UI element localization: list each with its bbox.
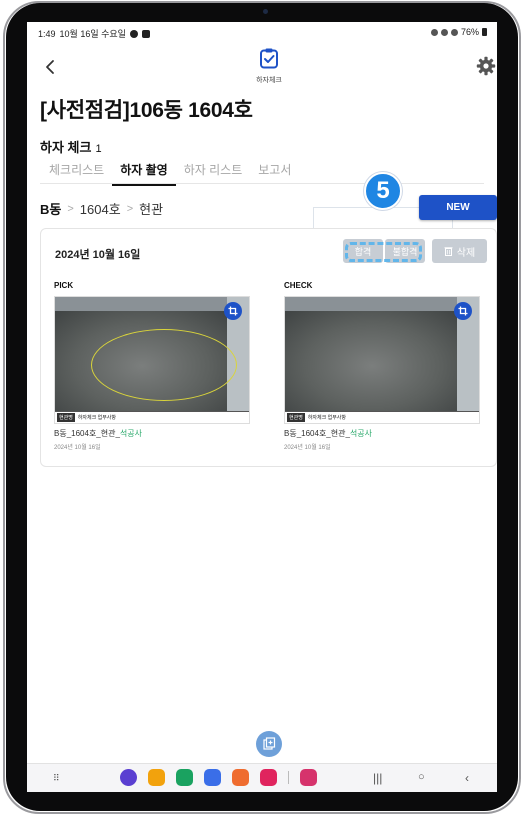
add-photo-button[interactable]: [256, 731, 282, 757]
notification-icon: [141, 29, 150, 38]
home-icon[interactable]: ○: [418, 771, 425, 783]
photo-tag: 현관명: [57, 413, 75, 422]
breadcrumb: B동 > 1604호 > 현관: [40, 199, 163, 218]
status-date: 10월 16일 수요일: [59, 29, 126, 39]
trash-icon: [444, 247, 453, 256]
delete-label: 삭제: [456, 247, 476, 259]
page-title: [사전점검]106동 1604호: [40, 99, 253, 122]
photo-date: 2024년 10월 16일: [284, 445, 331, 451]
tablet-frame: 1:49 10월 16일 수요일 76% 하자체크 [사전점검]106동 160…: [0, 0, 524, 817]
back-arrow-icon[interactable]: [41, 57, 61, 77]
messages-app-icon[interactable]: [204, 769, 221, 786]
nav-back-icon[interactable]: ‹: [465, 771, 469, 785]
section-title: 하자 체크 1: [40, 137, 102, 156]
photo-text: 하자체크 업무사항: [307, 415, 347, 421]
check-header: CHECK: [284, 281, 313, 290]
status-left: 1:49 10월 16일 수요일: [38, 27, 150, 40]
section-count: 1: [95, 143, 102, 155]
status-time: 1:49: [38, 28, 56, 39]
defect-card: 2024년 10월 16일 합격 불합격 삭제 PICK 현관명 하자체크 업무…: [40, 228, 497, 467]
new-button[interactable]: NEW: [419, 195, 497, 220]
photo-floor: [285, 311, 459, 411]
card-date: 2024년 10월 16일: [55, 249, 141, 261]
caption-accent: 석공사: [349, 429, 373, 438]
photo-tag: 현관명: [287, 413, 305, 422]
pick-photo[interactable]: 현관명 하자체크 업무사항: [54, 296, 250, 424]
defect-mark-ellipse: [91, 329, 237, 401]
pick-header: PICK: [54, 281, 74, 290]
photo-wall: [55, 297, 249, 311]
breadcrumb-building[interactable]: B동: [40, 199, 61, 218]
caption-main: B동_1604호_현관_: [284, 429, 350, 438]
mute-icon: [430, 28, 438, 36]
breadcrumb-separator: >: [67, 202, 74, 215]
internet-app-icon[interactable]: [120, 769, 137, 786]
wifi-icon: [440, 28, 448, 36]
status-right: 76%: [430, 27, 487, 37]
gear-icon[interactable]: [476, 56, 496, 76]
clipboard-check-icon: [258, 47, 280, 69]
crop-icon[interactable]: [224, 302, 242, 320]
phone-app-icon[interactable]: [176, 769, 193, 786]
app-dock: [120, 769, 317, 786]
photo-date: 2024년 10월 16일: [54, 445, 101, 451]
no-signal-icon: [450, 28, 458, 36]
delete-button[interactable]: 삭제: [432, 239, 487, 263]
system-nav-bar: ⠿ ||| ○ ‹: [27, 763, 497, 792]
check-panel: CHECK 현관명 하자체크 업무사항 B동_1604호_현관_석공사 2024…: [284, 281, 480, 451]
breadcrumb-separator: >: [126, 202, 134, 215]
gallery-app-icon[interactable]: [300, 769, 317, 786]
camera-app-icon[interactable]: [260, 769, 277, 786]
step-badge: 5: [364, 172, 402, 210]
battery-icon: [482, 28, 487, 36]
app-drawer-icon[interactable]: ⠿: [53, 773, 60, 784]
breadcrumb-room[interactable]: 현관: [139, 199, 163, 218]
tab-divider: [40, 183, 484, 184]
photo-info-strip: 현관명 하자체크 업무사항: [55, 411, 249, 423]
contacts-app-icon[interactable]: [232, 769, 249, 786]
photo-text: 하자체크 업무사항: [77, 415, 117, 421]
add-photo-icon: [263, 737, 276, 750]
message-icon: [129, 29, 138, 38]
photo-info-strip: 현관명 하자체크 업무사항: [285, 411, 479, 423]
caption-main: B동_1604호_현관_: [54, 429, 120, 438]
app-label: 하자체크: [256, 77, 282, 84]
photo-caption: B동_1604호_현관_석공사: [284, 428, 480, 439]
recent-apps-icon[interactable]: |||: [373, 771, 382, 785]
tutorial-dashed-highlight: [345, 242, 422, 262]
crop-icon[interactable]: [454, 302, 472, 320]
photo-caption: B동_1604호_현관_석공사: [54, 428, 250, 439]
app-screen: 1:49 10월 16일 수요일 76% 하자체크 [사전점검]106동 160…: [27, 22, 497, 792]
files-app-icon[interactable]: [148, 769, 165, 786]
section-title-text: 하자 체크: [40, 140, 92, 155]
dock-divider: [288, 771, 289, 784]
front-camera: [263, 9, 268, 14]
caption-accent: 석공사: [119, 429, 143, 438]
pick-panel: PICK 현관명 하자체크 업무사항 B동_1604호_현관_석공사 2024년…: [54, 281, 250, 451]
breadcrumb-unit[interactable]: 1604호: [80, 199, 121, 218]
photo-wall: [285, 297, 479, 311]
check-photo[interactable]: 현관명 하자체크 업무사항: [284, 296, 480, 424]
status-bar: 1:49 10월 16일 수요일 76%: [27, 22, 497, 44]
battery-level: 76%: [460, 27, 479, 37]
